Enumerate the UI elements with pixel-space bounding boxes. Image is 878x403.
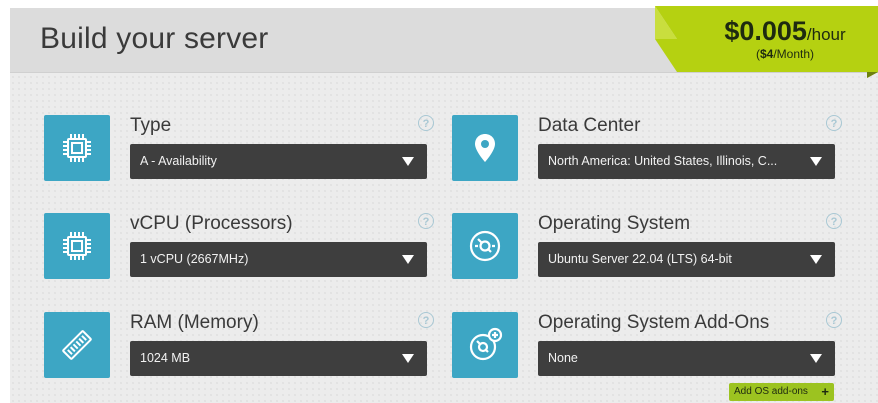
- price-main: $0.005/hour: [695, 16, 875, 47]
- help-icon[interactable]: ?: [826, 115, 842, 131]
- field-ram: RAM (Memory) ? 1024 MB: [44, 312, 434, 378]
- page-title: Build your server: [40, 22, 269, 55]
- vcpu-select[interactable]: 1 vCPU (2667MHz): [130, 242, 427, 277]
- ram-select[interactable]: 1024 MB: [130, 341, 427, 376]
- help-icon[interactable]: ?: [826, 213, 842, 229]
- add-os-addons-button[interactable]: Add OS add-ons +: [729, 383, 834, 401]
- help-icon[interactable]: ?: [418, 115, 434, 131]
- field-operating-system: Operating System ? Ubuntu Server 22.04 (…: [452, 213, 842, 279]
- field-label: Data Center: [538, 115, 641, 136]
- price-monthly-suffix: /Month): [773, 47, 815, 61]
- location-pin-icon: [452, 115, 518, 181]
- price-amount: $0.005: [724, 16, 807, 46]
- help-icon[interactable]: ?: [826, 312, 842, 328]
- disc-icon: [452, 213, 518, 279]
- field-label: vCPU (Processors): [130, 213, 293, 234]
- chevron-down-icon: [402, 157, 414, 166]
- select-value: 1024 MB: [140, 351, 191, 365]
- price-badge: $0.005/hour ($4/Month): [655, 6, 878, 78]
- chevron-down-icon: [810, 255, 822, 264]
- os-addons-select[interactable]: None: [538, 341, 835, 376]
- select-value: A - Availability: [140, 154, 217, 168]
- chevron-down-icon: [810, 157, 822, 166]
- price-unit: /hour: [806, 25, 846, 44]
- cpu-chip-icon: [44, 115, 110, 181]
- disc-add-icon: [452, 312, 518, 378]
- select-value: North America: United States, Illinois, …: [548, 154, 778, 168]
- select-value: 1 vCPU (2667MHz): [140, 252, 249, 266]
- field-os-addons: Operating System Add-Ons ? None: [452, 312, 842, 378]
- price-monthly: ($4/Month): [695, 47, 875, 61]
- operating-system-select[interactable]: Ubuntu Server 22.04 (LTS) 64-bit: [538, 242, 835, 277]
- cpu-chip-icon: [44, 213, 110, 279]
- chevron-down-icon: [810, 354, 822, 363]
- add-os-addons-label: Add OS add-ons: [734, 386, 808, 397]
- help-icon[interactable]: ?: [418, 312, 434, 328]
- type-select[interactable]: A - Availability: [130, 144, 427, 179]
- field-label: RAM (Memory): [130, 312, 259, 333]
- data-center-select[interactable]: North America: United States, Illinois, …: [538, 144, 835, 179]
- field-label: Operating System Add-Ons: [538, 312, 770, 333]
- field-label: Type: [130, 115, 172, 136]
- select-value: None: [548, 351, 578, 365]
- select-value: Ubuntu Server 22.04 (LTS) 64-bit: [548, 252, 732, 266]
- ram-stick-icon: [44, 312, 110, 378]
- price-monthly-amount: $4: [759, 47, 774, 61]
- field-type: Type ? A - Availability: [44, 115, 434, 181]
- chevron-down-icon: [402, 255, 414, 264]
- help-icon[interactable]: ?: [418, 213, 434, 229]
- chevron-down-icon: [402, 354, 414, 363]
- field-label: Operating System: [538, 213, 691, 234]
- field-vcpu: vCPU (Processors) ? 1 vCPU (2667MHz): [44, 213, 434, 279]
- field-data-center: Data Center ? North America: United Stat…: [452, 115, 842, 181]
- plus-icon: +: [821, 384, 829, 399]
